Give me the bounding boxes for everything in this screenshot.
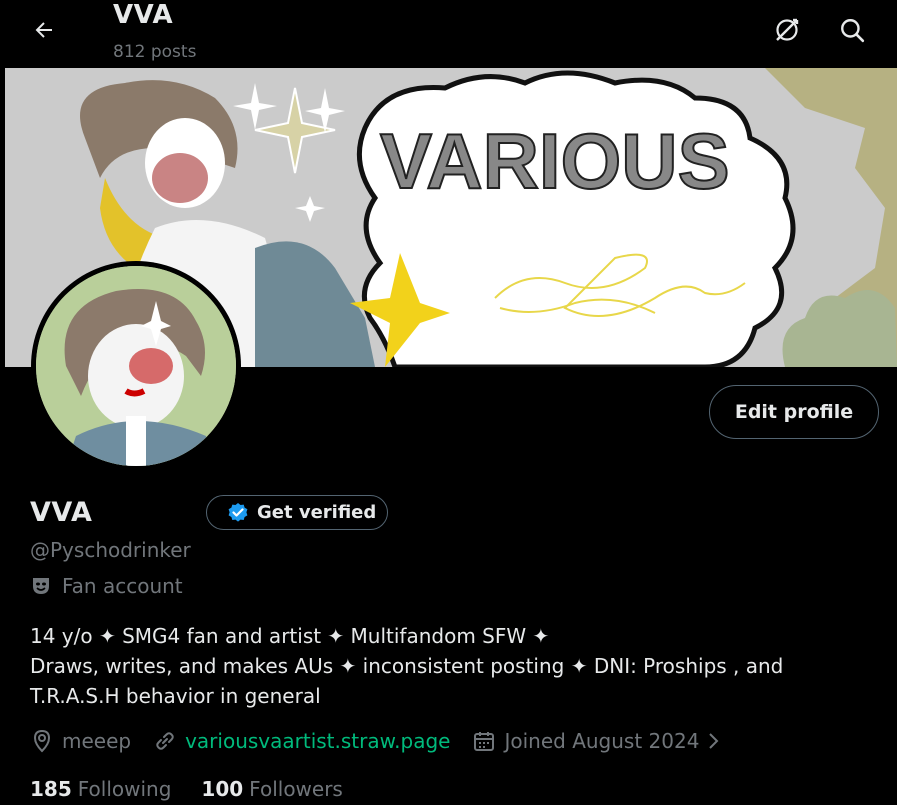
get-verified-button[interactable]: Get verified — [206, 495, 388, 530]
back-button[interactable] — [24, 10, 64, 50]
avatar[interactable] — [31, 261, 241, 471]
get-verified-label: Get verified — [257, 502, 377, 523]
bio-line: Draws, writes, and makes AUs ✦ inconsist… — [30, 654, 784, 678]
followers-count: 100 — [201, 777, 244, 801]
profile-meta: meeep variousvaartist.straw.page Joined … — [30, 726, 745, 756]
top-bar: VVA 812 posts — [0, 0, 897, 68]
edit-profile-button[interactable]: Edit profile — [709, 385, 879, 439]
grok-button[interactable] — [767, 10, 807, 50]
link-icon — [156, 732, 174, 750]
followers-link[interactable]: 100 Followers — [201, 777, 342, 801]
join-date-text: Joined August 2024 — [504, 729, 700, 753]
profile-category: Fan account — [30, 574, 183, 598]
category-label: Fan account — [62, 574, 183, 598]
follow-stats: 185 Following 100 Followers — [30, 777, 373, 801]
location-pin-icon — [33, 729, 51, 753]
website-link[interactable]: variousvaartist.straw.page — [185, 729, 450, 753]
banner-title: VARIOUS — [380, 117, 730, 205]
profile-bio: 14 y/o ✦ SMG4 fan and artist ✦ Multifand… — [30, 621, 870, 711]
search-icon — [841, 19, 865, 43]
calendar-icon — [474, 732, 495, 751]
bio-line: T.R.A.S.H behavior in general — [30, 684, 321, 708]
join-date[interactable]: Joined August 2024 — [472, 729, 723, 753]
verified-badge-icon — [228, 502, 248, 522]
search-button[interactable] — [832, 10, 872, 50]
grok-icon — [776, 18, 799, 41]
display-name: VVA — [30, 497, 93, 528]
followers-label: Followers — [249, 777, 343, 801]
posts-count: 812 posts — [113, 42, 197, 62]
bio-line: 14 y/o ✦ SMG4 fan and artist ✦ Multifand… — [30, 624, 550, 648]
header-name: VVA — [113, 0, 174, 30]
following-link[interactable]: 185 Following — [30, 777, 171, 801]
location: meeep — [30, 729, 131, 753]
arrow-left-icon — [35, 22, 52, 38]
user-handle: @Pyschodrinker — [30, 538, 191, 562]
theater-masks-icon — [33, 578, 49, 594]
chevron-right-icon — [709, 733, 719, 749]
website: variousvaartist.straw.page — [153, 729, 450, 753]
following-label: Following — [77, 777, 172, 801]
location-text: meeep — [62, 729, 132, 753]
following-count: 185 — [30, 777, 72, 801]
